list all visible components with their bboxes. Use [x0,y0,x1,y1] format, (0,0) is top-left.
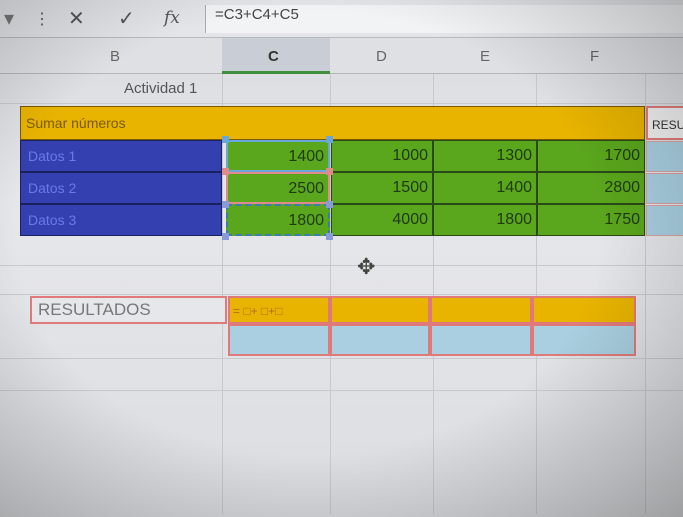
column-header-row [0,38,683,74]
column-header-b[interactable]: B [110,48,120,65]
formula-bar: ▾ ⋮ ✕ ✓ fx =C3+C4+C5 [0,0,683,38]
results-value-cell[interactable] [430,324,532,356]
data-cell[interactable]: 2800 [537,172,645,204]
result-cell[interactable] [646,173,683,204]
gridline [0,265,683,266]
column-header-c[interactable]: C [268,48,279,65]
gridline [0,103,683,104]
data-cell[interactable]: 1700 [537,140,645,172]
results-cell[interactable] [430,296,532,324]
data-cell[interactable]: 1400 [226,140,330,172]
results-formula-text: = □+ □+□ [233,304,283,318]
data-cell[interactable]: 1000 [331,140,433,172]
result-header-label: RESU [652,118,683,132]
header-label: Sumar números [26,115,126,131]
selection-handle[interactable] [222,168,229,175]
gridline [0,358,683,359]
row-label: Datos 3 [28,212,77,228]
selection-handle[interactable] [326,233,333,240]
row-label: Datos 1 [28,148,77,164]
photo-vignette [0,0,683,517]
data-cell[interactable]: 1500 [331,172,433,204]
column-header-d[interactable]: D [376,48,387,65]
function-icon[interactable]: fx [164,8,180,28]
gridline [0,390,683,391]
results-cell[interactable] [330,296,430,324]
results-value-cell[interactable] [330,324,430,356]
results-value-cell[interactable] [532,324,636,356]
cancel-icon[interactable]: ✕ [68,6,85,31]
formula-text: =C3+C4+C5 [215,6,299,23]
data-cell[interactable]: 1400 [433,172,537,204]
results-cell[interactable] [532,296,636,324]
gridline [0,294,683,295]
column-header-e[interactable]: E [480,48,490,65]
data-cell[interactable]: 1750 [537,204,645,236]
data-cell[interactable]: 2500 [226,172,330,204]
name-box-dropdown-icon[interactable]: ▾ [4,6,14,31]
cell-cursor-icon: ✥ [357,254,376,279]
data-cell-selected[interactable]: 1800 [226,204,330,236]
results-value-cell[interactable] [228,324,330,356]
activity-title: Actividad 1 [124,80,198,97]
more-icon[interactable]: ⋮ [34,9,50,29]
row-label: Datos 2 [28,180,77,196]
results-label: RESULTADOS [38,300,151,319]
selection-handle[interactable] [326,168,333,175]
selection-handle[interactable] [326,136,333,143]
selection-handle[interactable] [222,201,229,208]
data-cell[interactable]: 4000 [331,204,433,236]
result-cell[interactable] [646,205,683,236]
selection-handle[interactable] [222,233,229,240]
result-cell[interactable] [646,141,683,172]
selection-handle[interactable] [326,201,333,208]
spreadsheet-photo: ▾ ⋮ ✕ ✓ fx =C3+C4+C5 B C D E F Actividad… [0,0,683,517]
selection-handle[interactable] [222,136,229,143]
column-header-f[interactable]: F [590,48,599,65]
data-cell[interactable]: 1300 [433,140,537,172]
enter-icon[interactable]: ✓ [118,6,135,31]
data-cell[interactable]: 1800 [433,204,537,236]
